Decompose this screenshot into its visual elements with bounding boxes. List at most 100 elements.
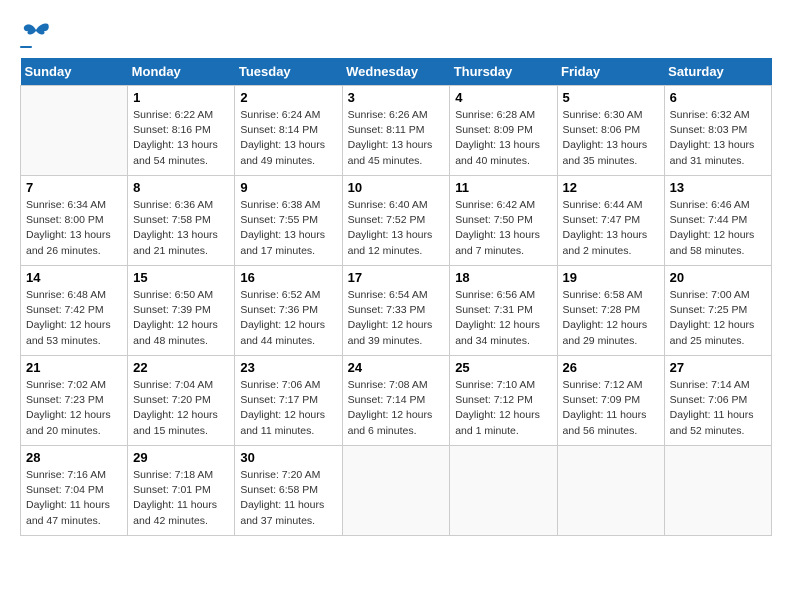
day-number: 25 [455,360,551,375]
day-info: Sunrise: 7:20 AM Sunset: 6:58 PM Dayligh… [240,468,336,529]
day-number: 8 [133,180,229,195]
day-number: 16 [240,270,336,285]
day-info: Sunrise: 6:22 AM Sunset: 8:16 PM Dayligh… [133,108,229,169]
day-number: 24 [348,360,445,375]
day-info: Sunrise: 7:14 AM Sunset: 7:06 PM Dayligh… [670,378,766,439]
day-number: 5 [563,90,659,105]
day-info: Sunrise: 6:44 AM Sunset: 7:47 PM Dayligh… [563,198,659,259]
day-info: Sunrise: 6:26 AM Sunset: 8:11 PM Dayligh… [348,108,445,169]
calendar-cell: 9 Sunrise: 6:38 AM Sunset: 7:55 PM Daylig… [235,176,342,266]
week-row-3: 14Sunrise: 6:48 AM Sunset: 7:42 PM Dayli… [21,266,772,356]
calendar-cell: 14Sunrise: 6:48 AM Sunset: 7:42 PM Dayli… [21,266,128,356]
page-header [20,20,772,48]
weekday-saturday: Saturday [664,58,771,86]
calendar-cell: 12 Sunrise: 6:44 AM Sunset: 7:47 PM Dayli… [557,176,664,266]
day-info: Sunrise: 6:48 AM Sunset: 7:42 PM Dayligh… [26,288,122,349]
weekday-header-row: SundayMondayTuesdayWednesdayThursdayFrid… [21,58,772,86]
day-info: Sunrise: 6:58 AM Sunset: 7:28 PM Dayligh… [563,288,659,349]
day-number: 12 [563,180,659,195]
day-number: 18 [455,270,551,285]
calendar-cell: 26 Sunrise: 7:12 AM Sunset: 7:09 PM Dayli… [557,356,664,446]
day-info: Sunrise: 7:12 AM Sunset: 7:09 PM Dayligh… [563,378,659,439]
day-number: 29 [133,450,229,465]
day-info: Sunrise: 7:16 AM Sunset: 7:04 PM Dayligh… [26,468,122,529]
day-number: 10 [348,180,445,195]
week-row-1: 1 Sunrise: 6:22 AM Sunset: 8:16 PM Daylig… [21,86,772,176]
calendar-cell: 18 Sunrise: 6:56 AM Sunset: 7:31 PM Dayli… [450,266,557,356]
day-number: 26 [563,360,659,375]
logo-blue [20,46,32,48]
day-number: 4 [455,90,551,105]
day-info: Sunrise: 6:34 AM Sunset: 8:00 PM Dayligh… [26,198,122,259]
day-info: Sunrise: 6:46 AM Sunset: 7:44 PM Dayligh… [670,198,766,259]
day-info: Sunrise: 7:00 AM Sunset: 7:25 PM Dayligh… [670,288,766,349]
calendar-cell: 1 Sunrise: 6:22 AM Sunset: 8:16 PM Daylig… [128,86,235,176]
day-number: 30 [240,450,336,465]
calendar-cell: 16Sunrise: 6:52 AM Sunset: 7:36 PM Dayli… [235,266,342,356]
day-info: Sunrise: 7:08 AM Sunset: 7:14 PM Dayligh… [348,378,445,439]
calendar-cell [557,446,664,536]
day-number: 15 [133,270,229,285]
day-number: 21 [26,360,122,375]
weekday-friday: Friday [557,58,664,86]
calendar-cell: 6 Sunrise: 6:32 AM Sunset: 8:03 PM Daylig… [664,86,771,176]
day-number: 9 [240,180,336,195]
day-info: Sunrise: 6:24 AM Sunset: 8:14 PM Dayligh… [240,108,336,169]
calendar-cell: 28 Sunrise: 7:16 AM Sunset: 7:04 PM Dayli… [21,446,128,536]
bird-icon [20,20,52,44]
calendar-cell: 4 Sunrise: 6:28 AM Sunset: 8:09 PM Daylig… [450,86,557,176]
week-row-2: 7 Sunrise: 6:34 AM Sunset: 8:00 PM Daylig… [21,176,772,266]
day-info: Sunrise: 6:32 AM Sunset: 8:03 PM Dayligh… [670,108,766,169]
day-info: Sunrise: 7:06 AM Sunset: 7:17 PM Dayligh… [240,378,336,439]
day-info: Sunrise: 6:40 AM Sunset: 7:52 PM Dayligh… [348,198,445,259]
day-number: 3 [348,90,445,105]
weekday-monday: Monday [128,58,235,86]
day-number: 1 [133,90,229,105]
weekday-sunday: Sunday [21,58,128,86]
calendar-cell [450,446,557,536]
day-info: Sunrise: 7:10 AM Sunset: 7:12 PM Dayligh… [455,378,551,439]
day-number: 2 [240,90,336,105]
day-number: 6 [670,90,766,105]
weekday-tuesday: Tuesday [235,58,342,86]
day-info: Sunrise: 6:56 AM Sunset: 7:31 PM Dayligh… [455,288,551,349]
calendar-cell: 24 Sunrise: 7:08 AM Sunset: 7:14 PM Dayli… [342,356,450,446]
day-info: Sunrise: 7:04 AM Sunset: 7:20 PM Dayligh… [133,378,229,439]
week-row-5: 28 Sunrise: 7:16 AM Sunset: 7:04 PM Dayli… [21,446,772,536]
day-info: Sunrise: 6:38 AM Sunset: 7:55 PM Dayligh… [240,198,336,259]
calendar-table: SundayMondayTuesdayWednesdayThursdayFrid… [20,58,772,536]
calendar-cell: 27 Sunrise: 7:14 AM Sunset: 7:06 PM Dayli… [664,356,771,446]
day-info: Sunrise: 7:18 AM Sunset: 7:01 PM Dayligh… [133,468,229,529]
day-number: 17 [348,270,445,285]
calendar-cell: 13 Sunrise: 6:46 AM Sunset: 7:44 PM Dayli… [664,176,771,266]
calendar-cell [21,86,128,176]
day-info: Sunrise: 6:42 AM Sunset: 7:50 PM Dayligh… [455,198,551,259]
day-info: Sunrise: 6:30 AM Sunset: 8:06 PM Dayligh… [563,108,659,169]
calendar-body: 1 Sunrise: 6:22 AM Sunset: 8:16 PM Daylig… [21,86,772,536]
day-number: 20 [670,270,766,285]
weekday-wednesday: Wednesday [342,58,450,86]
calendar-cell: 30 Sunrise: 7:20 AM Sunset: 6:58 PM Dayli… [235,446,342,536]
calendar-cell: 23 Sunrise: 7:06 AM Sunset: 7:17 PM Dayli… [235,356,342,446]
day-info: Sunrise: 6:54 AM Sunset: 7:33 PM Dayligh… [348,288,445,349]
calendar-cell: 17 Sunrise: 6:54 AM Sunset: 7:33 PM Dayli… [342,266,450,356]
calendar-cell: 25 Sunrise: 7:10 AM Sunset: 7:12 PM Dayli… [450,356,557,446]
calendar-cell: 7 Sunrise: 6:34 AM Sunset: 8:00 PM Daylig… [21,176,128,266]
calendar-cell: 19 Sunrise: 6:58 AM Sunset: 7:28 PM Dayli… [557,266,664,356]
weekday-thursday: Thursday [450,58,557,86]
calendar-cell [664,446,771,536]
day-number: 13 [670,180,766,195]
calendar-cell: 22Sunrise: 7:04 AM Sunset: 7:20 PM Dayli… [128,356,235,446]
day-number: 28 [26,450,122,465]
calendar-cell [342,446,450,536]
calendar-cell: 8Sunrise: 6:36 AM Sunset: 7:58 PM Daylig… [128,176,235,266]
calendar-cell: 21Sunrise: 7:02 AM Sunset: 7:23 PM Dayli… [21,356,128,446]
day-number: 19 [563,270,659,285]
day-info: Sunrise: 6:28 AM Sunset: 8:09 PM Dayligh… [455,108,551,169]
calendar-cell: 11Sunrise: 6:42 AM Sunset: 7:50 PM Dayli… [450,176,557,266]
day-number: 27 [670,360,766,375]
calendar-cell: 3 Sunrise: 6:26 AM Sunset: 8:11 PM Daylig… [342,86,450,176]
day-number: 23 [240,360,336,375]
calendar-cell: 20 Sunrise: 7:00 AM Sunset: 7:25 PM Dayli… [664,266,771,356]
day-number: 7 [26,180,122,195]
